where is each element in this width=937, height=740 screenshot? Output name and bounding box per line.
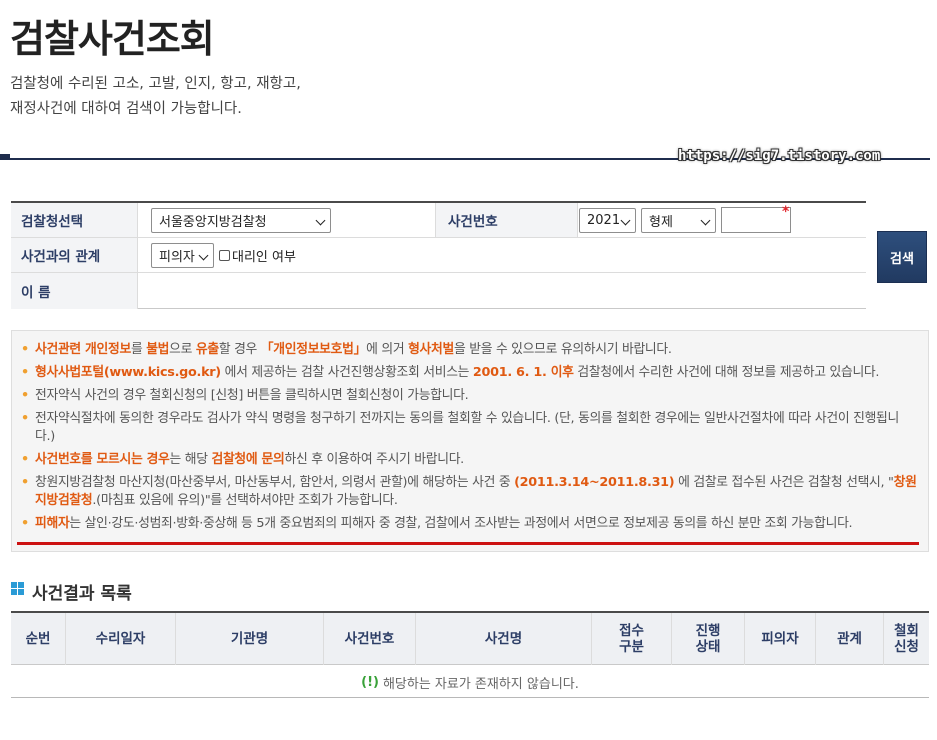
- notice-highlight: 2001. 6. 1. 이후: [472, 365, 574, 380]
- bullet-icon: •: [21, 516, 29, 531]
- notice-text: 는 살인·강도·성범죄·방화·중상해 등 5개 중요범죄의 피해자 중 경찰, …: [69, 516, 853, 531]
- notice-text: 에 의거: [366, 342, 409, 357]
- notice-highlight: 사건번호를 모르시는 경우: [35, 452, 170, 467]
- intro-line-2: 재정사건에 대하여 검색이 가능합니다.: [10, 101, 242, 117]
- notice-text: 에 검찰로 접수된 사건은 검찰청 선택시, ": [674, 475, 894, 490]
- notice-item: • 사건관련 개인정보를 불법으로 유출할 경우 「개인정보보호법」에 의거 형사…: [21, 341, 918, 359]
- notice-box: • 사건관련 개인정보를 불법으로 유출할 경우 「개인정보보호법」에 의거 형사…: [11, 330, 929, 552]
- search-form-grid: 검찰청선택 서울중앙지방검찰청 사건번호 2021 형제 * 사건과의 관계 피…: [11, 201, 866, 309]
- form-row-name: 이 름: [11, 273, 866, 309]
- relation-select[interactable]: 피의자: [151, 243, 214, 268]
- column-header: 진행 상태: [672, 613, 745, 665]
- column-header: 접수 구분: [592, 613, 672, 665]
- empty-row: (!) 해당하는 자료가 존재하지 않습니다.: [11, 666, 929, 699]
- intro-line-1: 검찰청에 수리된 고소, 고발, 인지, 항고, 재항고,: [10, 76, 301, 92]
- notice-item: • 피해자는 살인·강도·성범죄·방화·중상해 등 5개 중요범죄의 피해자 중 …: [21, 515, 918, 533]
- results-table: 순번 수리일자 기관명 사건번호 사건명 접수 구분 진행 상태 피의자 관계 철회 신청 (!) 해당…: [11, 611, 929, 698]
- notice-text: 는 해당: [169, 452, 212, 467]
- chevron-down-icon: [315, 215, 326, 226]
- notice-highlight: 형사처벌: [408, 342, 454, 357]
- column-header: 순번: [11, 613, 66, 665]
- search-form: 검찰청선택 서울중앙지방검찰청 사건번호 2021 형제 * 사건과의 관계 피…: [11, 201, 929, 309]
- notice-text: 을 받을 수 있으므로 유의하시기 바랍니다.: [453, 342, 672, 357]
- proxy-label: 대리인 여부: [232, 250, 296, 265]
- bullet-icon: •: [21, 452, 29, 467]
- case-year-value: 2021: [587, 213, 621, 228]
- watermark: https://sig7.tistory.com: [678, 148, 881, 164]
- search-button[interactable]: 검색: [877, 231, 927, 283]
- bullet-icon: •: [21, 475, 29, 490]
- case-year-select[interactable]: 2021: [579, 208, 636, 233]
- notice-highlight: (2011.3.14~2011.8.31): [514, 475, 675, 490]
- notice-text: 할 경우: [218, 342, 261, 357]
- notice-highlight: 피해자: [35, 516, 70, 531]
- bullet-icon: •: [21, 365, 29, 380]
- notice-item: • 전자약식 사건의 경우 철회신청의 [신청] 버튼을 클릭하시면 철회신청이 …: [21, 387, 918, 405]
- required-mark: *: [782, 204, 790, 220]
- relation-select-value: 피의자: [159, 250, 195, 265]
- column-header: 기관명: [176, 613, 324, 665]
- bullet-icon: •: [21, 388, 29, 403]
- form-row-relation: 사건과의 관계 피의자 대리인 여부: [11, 238, 866, 273]
- case-type-select[interactable]: 형제: [641, 208, 716, 233]
- page-intro: 검찰청에 수리된 고소, 고발, 인지, 항고, 재항고, 재정사건에 대하여 …: [10, 72, 301, 122]
- column-header: 사건명: [416, 613, 592, 665]
- notice-highlight: 형사사법포털(www.kics.go.kr): [35, 365, 221, 380]
- column-header: 피의자: [745, 613, 816, 665]
- proxy-checkbox[interactable]: [219, 250, 230, 261]
- column-header: 관계: [816, 613, 884, 665]
- notice-highlight: 유출: [195, 342, 219, 357]
- prosecutor-select-value: 서울중앙지방검찰청: [159, 215, 267, 230]
- case-number-input[interactable]: [721, 207, 791, 233]
- info-icon: (!): [361, 675, 379, 690]
- grid-icon: [11, 582, 24, 595]
- notice-text: 하신 후 이용하여 주시기 바랍니다.: [284, 452, 464, 467]
- notice-text: .(마침표 있음에 유의)"를 선택하셔야만 조회가 가능합니다.: [92, 493, 398, 508]
- notice-text: 에서 제공하는 검찰 사건진행상황조회 서비스는: [220, 365, 473, 380]
- name-label: 이 름: [11, 273, 138, 309]
- notice-highlight: 검찰청에 문의: [211, 452, 285, 467]
- notice-highlight: 사건관련 개인정보: [35, 342, 131, 357]
- results-table-header: 순번 수리일자 기관명 사건번호 사건명 접수 구분 진행 상태 피의자 관계 철회 신청: [11, 613, 929, 665]
- notice-text: 전자약식절차에 동의한 경우라도 검사가 약식 명령을 청구하기 전까지는 동의…: [35, 411, 899, 444]
- bullet-icon: •: [21, 342, 29, 357]
- relation-label: 사건과의 관계: [11, 238, 138, 272]
- prosecutor-label: 검찰청선택: [11, 203, 138, 237]
- notice-text: 전자약식 사건의 경우 철회신청의 [신청] 버튼을 클릭하시면 철회신청이 가…: [35, 388, 469, 403]
- column-header: 철회 신청: [894, 623, 919, 655]
- form-row-prosecutor: 검찰청선택 서울중앙지방검찰청 사건번호 2021 형제 *: [11, 203, 866, 238]
- chevron-down-icon: [700, 215, 711, 226]
- notice-item: • 창원지방검찰청 마산지청(마산중부서, 마산동부서, 함안서, 의령서 관할)…: [21, 474, 918, 510]
- prosecutor-select[interactable]: 서울중앙지방검찰청: [151, 208, 331, 233]
- notice-item: • 사건번호를 모르시는 경우는 해당 검찰청에 문의하신 후 이용하여 주시기 …: [21, 451, 918, 469]
- column-header: 사건번호: [324, 613, 416, 665]
- notice-highlight: 불법: [146, 342, 170, 357]
- case-number-label: 사건번호: [435, 203, 578, 237]
- red-underline-annotation: [17, 542, 919, 545]
- bullet-icon: •: [21, 411, 29, 426]
- chevron-down-icon: [198, 250, 209, 261]
- case-type-value: 형제: [649, 215, 673, 230]
- notice-item: • 형사사법포털(www.kics.go.kr) 에서 제공하는 검찰 사건진행상…: [21, 364, 918, 382]
- column-header: 수리일자: [66, 613, 176, 665]
- notice-text: 를: [130, 342, 147, 357]
- notice-item: • 전자약식절차에 동의한 경우라도 검사가 약식 명령을 청구하기 전까지는 동…: [21, 410, 918, 446]
- results-title: 사건결과 목록: [32, 584, 132, 604]
- notice-text: 창원지방검찰청 마산지청(마산중부서, 마산동부서, 함안서, 의령서 관할)에…: [35, 475, 515, 490]
- notice-text: 검찰청에서 수리한 사건에 대해 정보를 제공하고 있습니다.: [573, 365, 880, 380]
- empty-message: 해당하는 자료가 존재하지 않습니다.: [382, 677, 579, 692]
- chevron-down-icon: [620, 215, 631, 226]
- notice-text: 으로: [169, 342, 196, 357]
- notice-highlight: 「개인정보보호법」: [260, 342, 367, 357]
- page-title: 검찰사건조회: [10, 17, 215, 61]
